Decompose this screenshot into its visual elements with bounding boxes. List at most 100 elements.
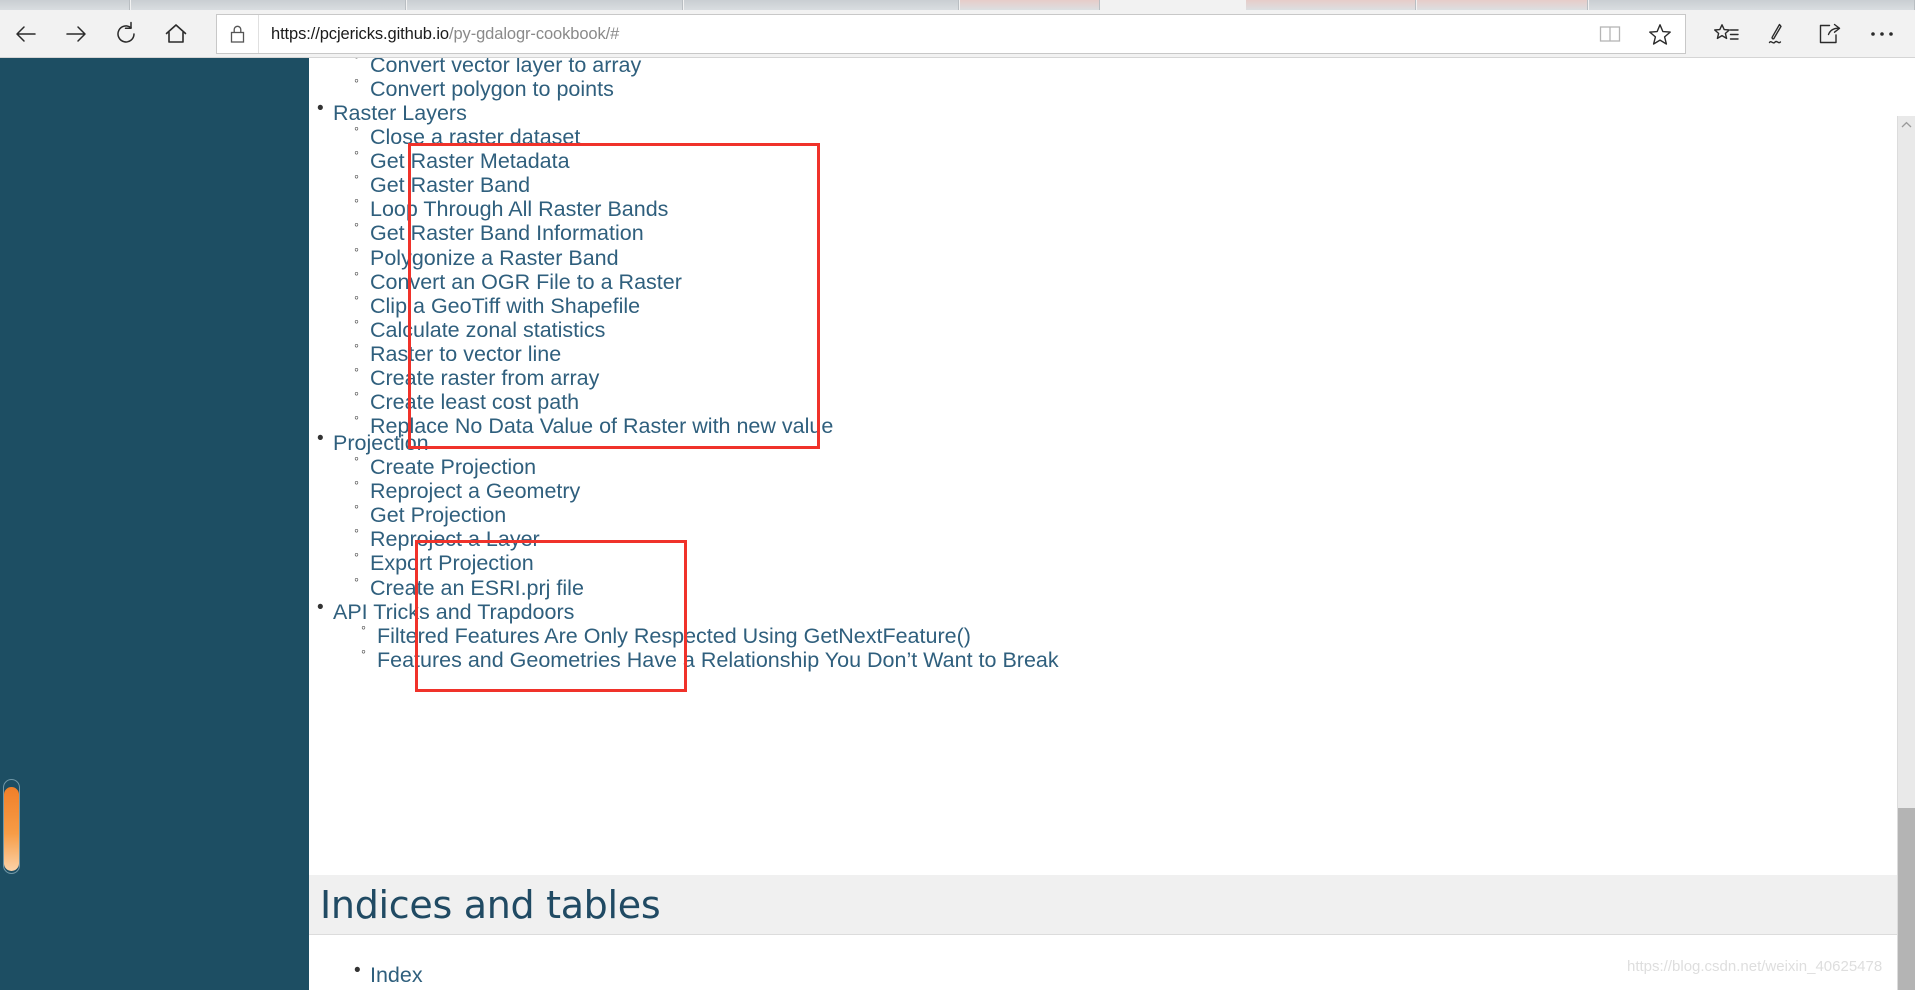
forward-button[interactable] [54,14,98,54]
toc-link-raster-to-vector-line[interactable]: Raster to vector line [370,342,561,367]
circle-bullet-icon: ◦ [354,216,359,233]
list-item: ◦ Create Projection [309,451,1897,480]
disc-bullet-icon: • [317,98,324,119]
toc-link-get-raster-band[interactable]: Get Raster Band [370,173,530,198]
toc-link-create-least-cost-path[interactable]: Create least cost path [370,390,579,415]
tab-remnant[interactable] [1589,0,1915,10]
page-scrollbar[interactable] [1897,116,1915,990]
list-item: ◦ Reproject a Geometry [309,475,1897,504]
circle-bullet-icon: ◦ [354,144,359,161]
circle-bullet-icon: ◦ [354,409,359,426]
toc-link-calculate-zonal-statistics[interactable]: Calculate zonal statistics [370,318,605,343]
toc-link-convert-an-ogr-file-to-a-raster[interactable]: Convert an OGR File to a Raster [370,270,682,295]
disc-bullet-icon: • [354,960,361,981]
disc-bullet-icon: • [317,597,324,618]
toc-section-projection: • Projection [309,428,1897,456]
circle-bullet-icon: ◦ [354,546,359,563]
address-bar[interactable]: https://pcjericks.github.io/py-gdalogr-c… [216,14,1686,54]
circle-bullet-icon: ◦ [354,58,370,63]
watermark-text: https://blog.csdn.net/weixin_40625478 [1627,958,1883,975]
lock-icon [217,15,259,53]
toc-link-index[interactable]: Index [370,963,423,988]
toc-link-create-raster-from-array[interactable]: Create raster from array [370,366,599,391]
home-button[interactable] [154,14,198,54]
list-item: ◦ Create raster from array [309,362,1897,391]
toc-link-loop-through-all-raster-bands[interactable]: Loop Through All Raster Bands [370,197,668,222]
list-item: ◦ Close a raster dataset [309,121,1897,150]
list-item: ◦ Get Raster Metadata [309,145,1897,174]
list-item: ◦ Filtered Features Are Only Respected Us… [309,620,1897,649]
main-content: ◦ Convert vector layer to array ◦ Conver… [309,58,1897,990]
list-item: ◦ Convert polygon to points [309,73,1897,102]
toc-link-reproject-a-layer[interactable]: Reproject a Layer [370,527,540,552]
tab-strip[interactable] [0,0,1915,10]
list-item: ◦ Convert vector layer to array [309,58,1897,77]
circle-bullet-icon: ◦ [354,498,359,515]
url-text: https://pcjericks.github.io/py-gdalogr-c… [259,25,619,44]
tab-remnant[interactable] [0,0,130,10]
tab-remnant[interactable] [131,0,406,10]
back-button[interactable] [4,14,48,54]
favorites-hub-icon[interactable] [1700,14,1752,54]
list-item: ◦ Clip a GeoTiff with Shapefile [309,290,1897,319]
circle-bullet-icon: ◦ [354,72,359,88]
toc-link-create-projection[interactable]: Create Projection [370,455,536,480]
circle-bullet-icon: ◦ [354,385,359,402]
list-item: ◦ Get Projection [309,499,1897,528]
circle-bullet-icon: ◦ [354,264,359,281]
page-heading-indices-and-tables: Indices and tables [320,883,661,927]
browser-toolbar: https://pcjericks.github.io/py-gdalogr-c… [0,10,1915,58]
toc-link-convert-polygon-to-points[interactable]: Convert polygon to points [370,77,614,102]
list-item: ◦ Create least cost path [309,386,1897,415]
list-item: ◦ Export Projection [309,547,1897,576]
circle-bullet-icon: ◦ [354,522,359,539]
toc-link-close-a-raster-dataset[interactable]: Close a raster dataset [370,125,580,150]
circle-bullet-icon: ◦ [354,570,359,587]
toc-link-get-raster-metadata[interactable]: Get Raster Metadata [370,149,570,174]
url-path: /py-gdalogr-cookbook/# [448,24,620,43]
url-domain: https://pcjericks.github.io [271,24,449,43]
list-item: ◦ Get Raster Band Information [309,217,1897,246]
toc-link-clip-a-geotiff-with-shapefile[interactable]: Clip a GeoTiff with Shapefile [370,294,640,319]
browser-chrome: https://pcjericks.github.io/py-gdalogr-c… [0,0,1915,58]
toc-link-features-and-geometries-have-a-relationship-you-don-t-want-to-break[interactable]: Features and Geometries Have a Relations… [377,648,1059,673]
circle-bullet-icon: ◦ [361,643,366,660]
more-icon[interactable] [1856,14,1908,54]
circle-bullet-icon: ◦ [354,288,359,305]
scroll-up-arrow-icon[interactable] [1898,116,1915,134]
circle-bullet-icon: ◦ [354,192,359,209]
list-item: ◦ Reproject a Layer [309,523,1897,552]
toc-link-projection[interactable]: Projection [333,431,429,456]
refresh-button[interactable] [104,14,148,54]
page-viewport: ◦ Convert vector layer to array ◦ Conver… [0,58,1915,990]
circle-bullet-icon: ◦ [354,336,359,353]
toc-section-api-tricks: • API Tricks and Trapdoors [309,597,1897,624]
list-item: ◦ Polygonize a Raster Band [309,242,1897,271]
list-item: ◦ Features and Geometries Have a Relation… [309,644,1897,673]
page-scrollbar-thumb[interactable] [1898,808,1915,990]
disc-bullet-icon: • [317,428,324,449]
tab-remnant[interactable] [407,0,683,10]
list-item: ◦ Get Raster Band [309,169,1897,198]
toc-link-get-projection[interactable]: Get Projection [370,503,506,528]
tab-remnant[interactable] [1417,0,1588,10]
share-icon[interactable] [1804,14,1856,54]
tab-remnant[interactable] [1246,0,1416,10]
toc-link-create-an-esri-prj-file[interactable]: Create an ESRI.prj file [370,576,584,601]
toc-link-reproject-a-geometry[interactable]: Reproject a Geometry [370,479,580,504]
circle-bullet-icon: ◦ [354,312,359,329]
star-icon[interactable] [1635,15,1685,53]
toc-link-convert-vector-layer-to-array[interactable]: Convert vector layer to array [370,58,641,78]
toc-link-filtered-features-are-only-respected-using-getnextfeature[interactable]: Filtered Features Are Only Respected Usi… [377,624,971,649]
toc-link-polygonize-a-raster-band[interactable]: Polygonize a Raster Band [370,246,619,271]
sidebar-scrollbar-thumb[interactable] [4,787,19,871]
toc-link-export-projection[interactable]: Export Projection [370,551,534,576]
toc-link-get-raster-band-information[interactable]: Get Raster Band Information [370,221,644,246]
reading-view-icon[interactable] [1585,15,1635,53]
circle-bullet-icon: ◦ [354,240,359,257]
circle-bullet-icon: ◦ [354,361,359,377]
circle-bullet-icon: ◦ [354,168,359,185]
tab-remnant[interactable] [684,0,959,10]
tab-remnant[interactable] [960,0,1100,10]
web-note-icon[interactable] [1752,14,1804,54]
